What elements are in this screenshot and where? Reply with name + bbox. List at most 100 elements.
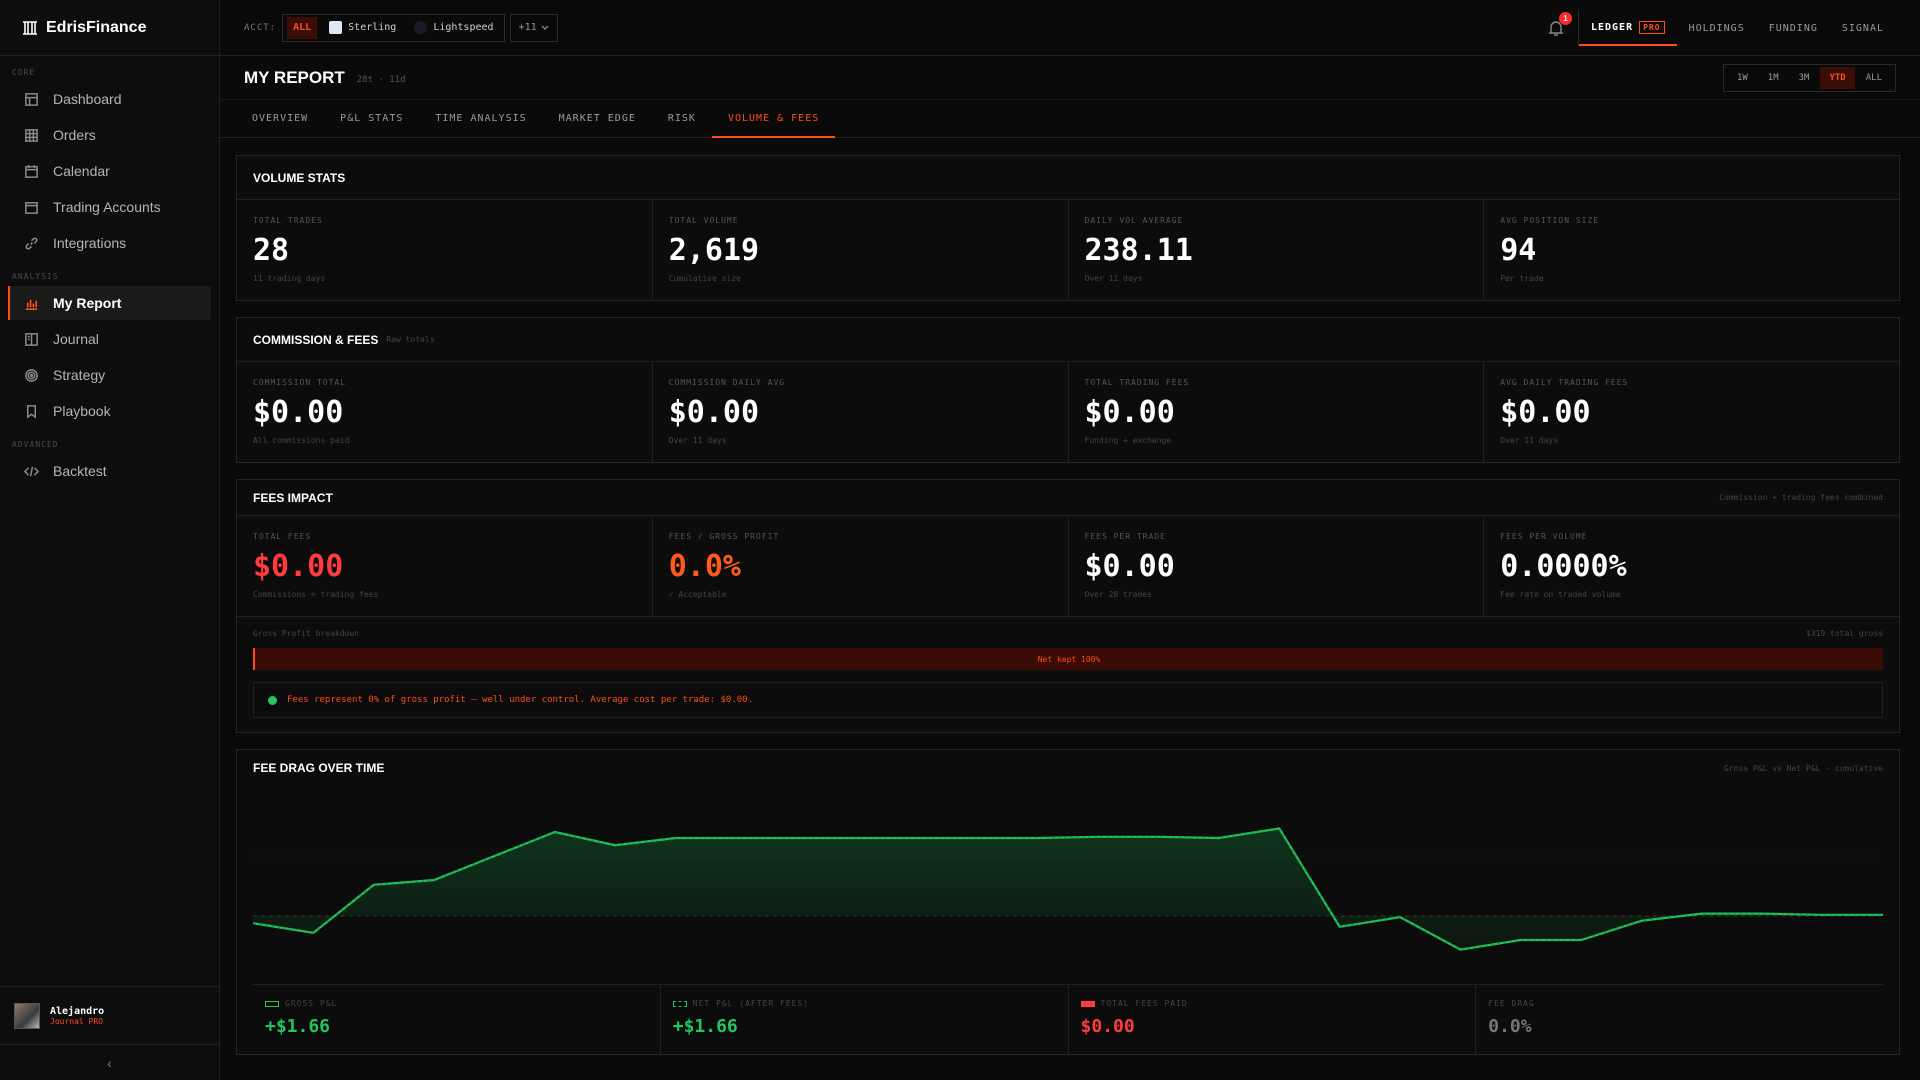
net-kept-label: Net kept 100%	[1037, 654, 1101, 664]
notification-badge: 1	[1558, 12, 1572, 25]
stat-label: AVG DAILY TRADING FEES	[1500, 378, 1629, 387]
tab-ledger[interactable]: LEDGER PRO	[1578, 10, 1677, 46]
more-accounts-count: +11	[518, 22, 537, 33]
stat-value: $0.00	[1084, 549, 1175, 584]
stat-fees-per-trade: FEES PER TRADE $0.00 Over 28 trades	[1069, 516, 1485, 616]
panel-title: VOLUME STATS	[253, 170, 346, 185]
pro-badge: PRO	[1639, 20, 1665, 34]
stat-label: DAILY VOL AVERAGE	[1084, 216, 1184, 225]
link-icon	[25, 237, 38, 249]
sidebar-item-label: Journal	[53, 331, 99, 347]
stat-avg-position-size: AVG POSITION SIZE 94 Per trade	[1484, 200, 1899, 300]
brand[interactable]: EdrisFinance	[0, 0, 219, 56]
sidebar-item-label: Playbook	[53, 403, 111, 419]
sidebar-item-calendar[interactable]: Calendar	[8, 154, 211, 188]
stat-note: 11 trading days	[253, 274, 326, 283]
user-name: Alejandro	[50, 1005, 105, 1017]
stat-note: Per trade	[1500, 274, 1544, 283]
collapse-sidebar-button[interactable]: ‹	[0, 1044, 219, 1080]
stat-commission-total: COMMISSION TOTAL $0.00 All commissions p…	[237, 362, 653, 462]
more-accounts-dropdown[interactable]: +11	[509, 13, 558, 42]
sidebar-item-integrations[interactable]: Integrations	[8, 226, 211, 260]
account-lightspeed-button[interactable]: Lightspeed	[408, 17, 499, 39]
sidebar-item-dashboard[interactable]: Dashboard	[8, 82, 211, 116]
stat-label: TOTAL FEES	[253, 532, 312, 541]
breakdown-header: Gross Profit breakdown $319 total gross	[253, 629, 1883, 638]
user-profile[interactable]: Alejandro Journal PRO	[0, 986, 219, 1044]
stat-fees-gross-profit: FEES / GROSS PROFIT 0.0% ✓ Acceptable	[653, 516, 1069, 616]
account-all-button[interactable]: ALL	[287, 16, 318, 39]
sidebar-item-label: Calendar	[53, 163, 110, 179]
stat-note: Over 11 days	[1500, 436, 1559, 445]
range-all-button[interactable]: ALL	[1857, 67, 1891, 89]
legend-label: GROSS P&L	[265, 999, 648, 1008]
bar-chart-icon	[25, 299, 38, 310]
range-3m-button[interactable]: 3M	[1790, 67, 1819, 89]
tab-market-edge[interactable]: MARKET EDGE	[543, 100, 652, 138]
stat-value: 238.11	[1084, 233, 1193, 268]
sidebar-item-strategy[interactable]: Strategy	[8, 358, 211, 392]
legend-swatch	[265, 1000, 279, 1007]
sidebar-item-my-report[interactable]: My Report	[8, 286, 211, 320]
legend-gross-pl: GROSS P&L +$1.66	[253, 985, 661, 1054]
chart-legend: GROSS P&L +$1.66 NET P&L (AFTER FEES) +$…	[253, 984, 1883, 1054]
tab-volume-fees[interactable]: VOLUME & FEES	[711, 100, 836, 138]
range-1m-button[interactable]: 1M	[1759, 67, 1788, 89]
notifications-button[interactable]: 1	[1546, 12, 1572, 38]
account-filter-label: ACCT:	[244, 22, 277, 33]
stat-row: TOTAL FEES $0.00 Commissions + trading f…	[237, 516, 1899, 616]
legend-value: +$1.66	[672, 1016, 738, 1037]
tab-holdings[interactable]: HOLDINGS	[1677, 10, 1757, 46]
section-analysis: ANALYSIS	[12, 272, 59, 281]
stat-label: COMMISSION TOTAL	[253, 378, 347, 387]
sidebar-item-orders[interactable]: Orders	[8, 118, 211, 152]
sidebar-item-trading-accounts[interactable]: Trading Accounts	[8, 190, 211, 224]
sidebar-item-label: Strategy	[53, 367, 106, 383]
sidebar-item-label: Dashboard	[53, 91, 122, 107]
tab-overview[interactable]: OVERVIEW	[236, 100, 324, 138]
top-tabs: LEDGER PRO HOLDINGS FUNDING SIGNAL	[1577, 10, 1896, 46]
stat-row: TOTAL TRADES 28 11 trading days TOTAL VO…	[237, 200, 1899, 300]
legend-fee-drag: FEE DRAG 0.0%	[1476, 985, 1883, 1054]
tab-pl-stats[interactable]: P&L STATS	[324, 100, 419, 138]
panel-title: FEE DRAG OVER TIME	[253, 761, 385, 775]
calendar-icon	[25, 164, 38, 178]
page-header: MY REPORT 28t · 11d 1W 1M 3M YTD ALL	[220, 56, 1920, 100]
panel-header: FEES IMPACT Commission + trading fees co…	[237, 480, 1899, 516]
report-tabs: OVERVIEW P&L STATS TIME ANALYSIS MARKET …	[220, 100, 1920, 138]
panel-header: FEE DRAG OVER TIME Gross P&L vs Net P&L …	[237, 750, 1899, 786]
legend-total-fees: TOTAL FEES PAID $0.00	[1069, 985, 1477, 1054]
fees-summary-text: Fees represent 0% of gross profit — well…	[287, 695, 753, 705]
sidebar-item-label: My Report	[53, 295, 122, 311]
breakdown-label: Gross Profit breakdown	[253, 629, 359, 638]
tab-signal[interactable]: SIGNAL	[1830, 10, 1896, 46]
sidebar: EdrisFinance CORE Dashboard Orders Calen…	[0, 0, 220, 1080]
tab-time-analysis[interactable]: TIME ANALYSIS	[419, 100, 542, 138]
stat-avg-daily-trading-fees: AVG DAILY TRADING FEES $0.00 Over 11 day…	[1484, 362, 1899, 462]
tab-label: SIGNAL	[1841, 22, 1884, 34]
range-ytd-button[interactable]: YTD	[1820, 67, 1855, 89]
section-core: CORE	[12, 68, 36, 77]
sidebar-item-playbook[interactable]: Playbook	[8, 394, 211, 428]
account-sterling-button[interactable]: Sterling	[323, 17, 402, 39]
legend-net-pl: NET P&L (AFTER FEES) +$1.66	[661, 985, 1069, 1054]
sidebar-item-backtest[interactable]: Backtest	[8, 454, 211, 488]
stat-label: COMMISSION DAILY AVG	[668, 378, 786, 387]
fee-drag-chart	[237, 786, 1899, 984]
stat-row: COMMISSION TOTAL $0.00 All commissions p…	[237, 362, 1899, 462]
legend-text: GROSS P&L	[285, 999, 338, 1008]
book-icon	[25, 332, 38, 346]
tab-label: HOLDINGS	[1688, 22, 1745, 34]
volume-stats-panel: VOLUME STATS TOTAL TRADES 28 11 trading …	[236, 155, 1900, 301]
tab-funding[interactable]: FUNDING	[1757, 10, 1830, 46]
stat-label: FEES PER VOLUME	[1500, 532, 1588, 541]
stat-value: 0.0000%	[1500, 549, 1627, 584]
legend-label: TOTAL FEES PAID	[1080, 999, 1464, 1008]
stat-value: $0.00	[1084, 395, 1175, 430]
stat-label: FEES PER TRADE	[1084, 532, 1166, 541]
tab-label: FUNDING	[1768, 22, 1818, 34]
panel-title: COMMISSION & FEES	[253, 332, 379, 347]
tab-risk[interactable]: RISK	[652, 100, 712, 138]
range-1w-button[interactable]: 1W	[1728, 67, 1757, 89]
sidebar-item-journal[interactable]: Journal	[8, 322, 211, 356]
